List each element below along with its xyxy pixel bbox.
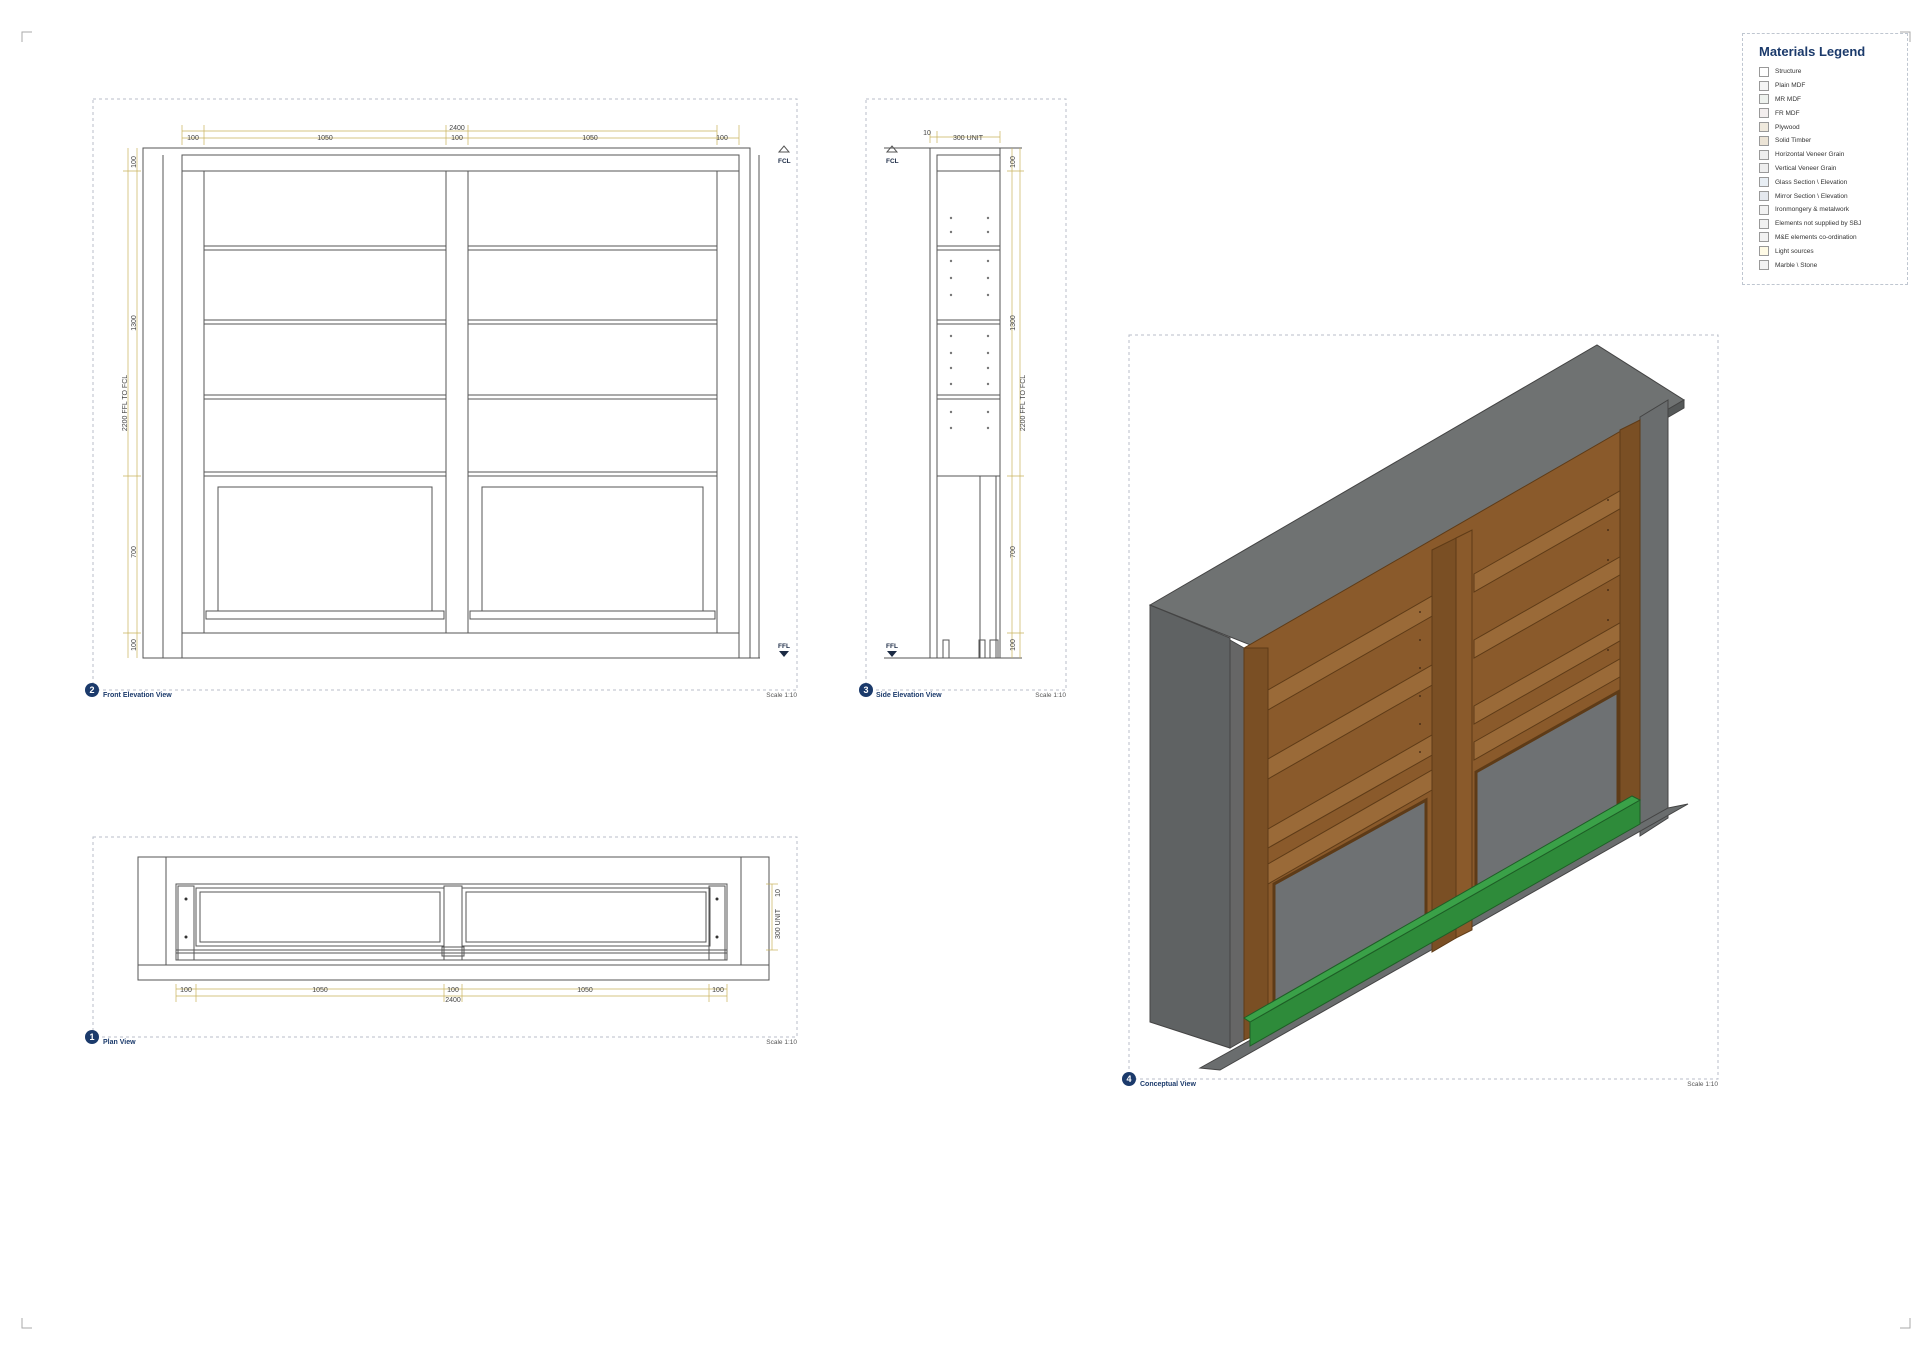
dim-overall: 2400 (449, 125, 465, 132)
level-fcl-marker (777, 145, 791, 153)
dim-mid: 100 (447, 987, 459, 994)
view-number: 2 (89, 685, 94, 695)
level-fcl: FCL (778, 158, 791, 165)
level-ffl: FFL (778, 643, 790, 650)
view-number: 1 (89, 1032, 94, 1042)
shelf-pin-holes (949, 216, 990, 430)
level-ffl-marker (779, 651, 789, 657)
iso-middle-upright (1431, 537, 1457, 953)
dim-v-top: 100 (131, 156, 138, 168)
dim-v-total: 2200 FFL TO FCL (122, 375, 129, 431)
side-outline (929, 147, 1001, 659)
level-ffl: FFL (886, 643, 898, 650)
side-elevation-view: 10 300 UNIT 100 1300 700 100 2200 FFL TO… (859, 98, 1067, 699)
dim-depth: 300 UNIT (775, 908, 782, 939)
dim-offset: 10 (775, 889, 782, 897)
level-ffl-marker (887, 651, 897, 657)
iso-left-side (1149, 604, 1231, 1049)
left-lower-panel (203, 475, 447, 634)
dim-v-upper: 1300 (1010, 315, 1017, 331)
dim-v-bottom: 100 (131, 639, 138, 651)
dim-left: 100 (187, 135, 199, 142)
dim-bay-right: 1050 (582, 135, 598, 142)
view-number: 4 (1126, 1074, 1131, 1084)
dim-depth: 300 UNIT (953, 135, 984, 142)
dim-bay-right: 1050 (577, 987, 593, 994)
viewport-frame (92, 836, 798, 1038)
plan-room-outline (137, 856, 770, 981)
dim-v-total: 2200 FFL TO FCL (1020, 375, 1027, 431)
dim-right: 100 (716, 135, 728, 142)
view-scale: Scale 1:10 (1035, 692, 1066, 699)
dim-bay-left: 1050 (312, 987, 328, 994)
view-number: 3 (863, 685, 868, 695)
plan-view: 100 1050 100 1050 100 2400 10 300 UNIT 1… (85, 836, 798, 1046)
dim-right: 100 (712, 987, 724, 994)
dim-v-lower: 700 (1010, 546, 1017, 558)
dim-v-top: 100 (1010, 156, 1017, 168)
dim-left: 100 (180, 987, 192, 994)
top-rail (181, 154, 740, 172)
dim-v-upper: 1300 (131, 315, 138, 331)
plan-cabinet (175, 883, 728, 961)
view-title: Conceptual View (1140, 1081, 1196, 1088)
dim-overall: 2400 (445, 997, 461, 1004)
view-title: Plan View (103, 1039, 136, 1046)
drawing-sheet: 2400 100 1050 100 1050 100 100 1300 700 … (21, 31, 1911, 1329)
view-title: Side Elevation View (876, 692, 942, 699)
dim-v-lower: 700 (131, 546, 138, 558)
view-scale: Scale 1:10 (1687, 1081, 1718, 1088)
dim-mid: 100 (451, 135, 463, 142)
dim-offset: 10 (923, 130, 931, 137)
view-title: Front Elevation View (103, 692, 172, 699)
level-fcl-marker (885, 145, 899, 153)
dim-bay-left: 1050 (317, 135, 333, 142)
view-scale: Scale 1:10 (766, 1039, 797, 1046)
level-fcl: FCL (886, 158, 899, 165)
conceptual-view: 4 Conceptual View Scale 1:10 (1122, 334, 1719, 1088)
front-elevation-view: 2400 100 1050 100 1050 100 100 1300 700 … (85, 98, 798, 699)
dim-v-bottom: 100 (1010, 639, 1017, 651)
right-lower-panel (467, 475, 718, 634)
middle-upright (445, 170, 469, 634)
iso-right-pilaster (1639, 399, 1669, 837)
view-scale: Scale 1:10 (766, 692, 797, 699)
